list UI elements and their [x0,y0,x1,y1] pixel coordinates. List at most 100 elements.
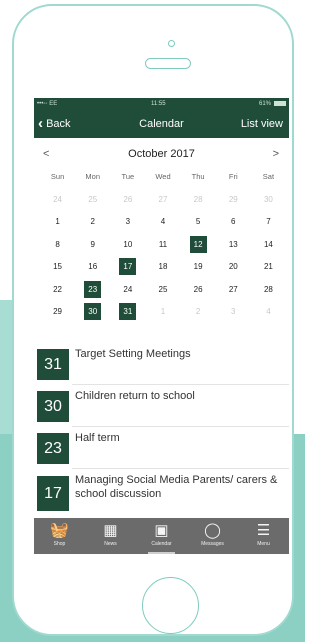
tab-menu[interactable]: ☰ Menu [238,518,289,554]
basket-icon: 🧺 [50,522,69,539]
calendar-day[interactable]: 11 [145,234,180,257]
event-title: Half term [75,432,120,444]
calendar-day[interactable]: 1 [145,301,180,324]
event-title: Children return to school [75,390,195,402]
calendar-day[interactable]: 25 [75,189,110,212]
calendar-day[interactable]: 21 [251,256,286,279]
event-list-item[interactable]: 30 Children return to school [34,385,289,422]
status-bar: •••◦◦ EE 11:55 61% [34,98,289,110]
calendar-week-row: 24 25 26 27 28 29 30 [40,189,286,212]
calendar-day[interactable]: 13 [216,234,251,257]
weekday-label: Tue [121,172,135,181]
calendar-day[interactable]: 9 [75,234,110,257]
tab-label: Messages [201,541,224,547]
event-date-badge: 31 [37,349,69,380]
event-title: Target Setting Meetings [75,348,191,360]
weekday-label: Thu [191,172,205,181]
tab-label: Shop [53,541,66,547]
tab-label: News [104,541,117,547]
calendar-day[interactable]: 15 [40,256,75,279]
calendar-day[interactable]: 30 [251,189,286,212]
calendar-day-with-event[interactable]: 17 [110,256,145,279]
tab-calendar[interactable]: ▣ Calendar [136,518,187,554]
calendar-day[interactable]: 27 [145,189,180,212]
tab-label: Menu [257,541,270,547]
weekday-label: Sun [50,172,65,181]
calendar-week-row: 22 23 24 25 26 27 28 [40,279,286,302]
battery-icon [274,101,286,106]
calendar-day[interactable]: 18 [145,256,180,279]
calendar-week-row: 8 9 10 11 12 13 14 [40,234,286,257]
weekday-label: Sat [262,172,275,181]
calendar-day[interactable]: 29 [216,189,251,212]
calendar-day-with-event[interactable]: 12 [181,234,216,257]
hamburger-menu-icon: ☰ [256,522,271,539]
calendar-day[interactable]: 7 [251,211,286,234]
event-title: Managing Social Media Parents/ carers & … [75,474,278,500]
calendar-week-row: 29 30 31 1 2 3 4 [40,301,286,324]
event-list-item[interactable]: 17 Managing Social Media Parents/ carers … [34,469,289,513]
nav-bar: ‹ Back Calendar List view [34,110,289,138]
event-list-item[interactable]: 31 Target Setting Meetings [34,343,289,380]
calendar-header: < October 2017 > [34,148,289,164]
calendar-day[interactable]: 3 [216,301,251,324]
weekday-label: Fri [228,172,238,181]
calendar-day[interactable]: 2 [181,301,216,324]
calendar-grid: Sun Mon Tue Wed Thu Fri Sat 24 25 26 27 28 29 30 1 2 3 4 5… [40,166,286,324]
calendar-day[interactable]: 3 [110,211,145,234]
home-button[interactable] [142,577,199,634]
calendar-day[interactable]: 27 [216,279,251,302]
status-time: 11:55 [151,101,166,107]
tab-shop[interactable]: 🧺 Shop [34,518,85,554]
calendar-day[interactable]: 28 [181,189,216,212]
weekday-label: Mon [85,172,100,181]
tab-news[interactable]: ▦ News [85,518,136,554]
list-view-button[interactable]: List view [241,110,283,138]
weekday-header-row: Sun Mon Tue Wed Thu Fri Sat [40,166,286,189]
calendar-day[interactable]: 20 [216,256,251,279]
calendar-day[interactable]: 22 [40,279,75,302]
front-camera [168,40,175,47]
next-month-button[interactable]: > [273,148,279,160]
chat-bubble-icon: ◯ [204,522,221,539]
calendar-day[interactable]: 4 [145,211,180,234]
calendar-day[interactable]: 6 [216,211,251,234]
calendar-day[interactable]: 24 [40,189,75,212]
calendar-icon: ▣ [154,522,169,539]
calendar-day[interactable]: 2 [75,211,110,234]
weekday-label: Wed [155,172,171,181]
earpiece-speaker [145,58,191,69]
battery-percent: 61% [258,101,271,107]
tab-label: Calendar [151,541,172,547]
event-date-badge: 17 [37,476,69,511]
calendar-day[interactable]: 10 [110,234,145,257]
news-icon: ▦ [103,522,118,539]
calendar-day-with-event[interactable]: 30 [75,301,110,324]
calendar-day[interactable]: 8 [40,234,75,257]
calendar-day-with-event[interactable]: 23 [75,279,110,302]
event-list: 31 Target Setting Meetings 30 Children retu… [34,343,289,517]
calendar-day[interactable]: 1 [40,211,75,234]
event-date-badge: 30 [37,391,69,422]
calendar-day[interactable]: 16 [75,256,110,279]
calendar-day[interactable]: 4 [251,301,286,324]
calendar-day[interactable]: 24 [110,279,145,302]
tab-bar: 🧺 Shop ▦ News ▣ Calendar ◯ Messages ☰ Menu [34,518,289,554]
calendar-day[interactable]: 19 [181,256,216,279]
calendar-day[interactable]: 5 [181,211,216,234]
event-date-badge: 23 [37,433,69,464]
calendar-week-row: 15 16 17 18 19 20 21 [40,256,286,279]
calendar-day[interactable]: 26 [110,189,145,212]
event-list-item[interactable]: 23 Half term [34,427,289,464]
app-screen: •••◦◦ EE 11:55 61% ‹ Back Calendar List … [34,98,289,554]
tab-messages[interactable]: ◯ Messages [187,518,238,554]
calendar-day[interactable]: 25 [145,279,180,302]
month-title: October 2017 [128,148,195,160]
calendar-week-row: 1234567 [40,211,286,234]
calendar-day[interactable]: 28 [251,279,286,302]
calendar-day[interactable]: 14 [251,234,286,257]
carrier-signal: •••◦◦ EE [37,101,58,107]
calendar-day[interactable]: 29 [40,301,75,324]
calendar-day[interactable]: 26 [181,279,216,302]
calendar-day-with-event[interactable]: 31 [110,301,145,324]
